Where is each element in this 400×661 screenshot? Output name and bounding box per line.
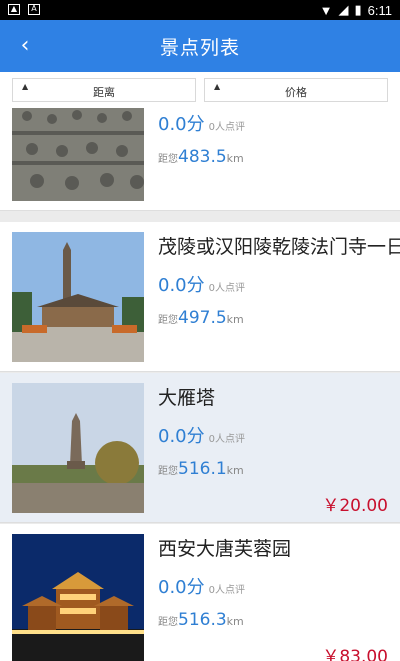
status-bar: ▲ A ▼ ◢ ▮ 6:11 [0, 0, 400, 20]
list-item-big-wild-goose-pagoda[interactable]: 大雁塔 0.0分 0人点评 距您516.1km ￥20.00 [0, 373, 400, 523]
sort-price-button[interactable]: ▲ 价格 [204, 78, 388, 102]
attraction-photo [12, 232, 144, 362]
sort-price-label: 价格 [285, 86, 307, 99]
sort-bar: ▲ 距离 ▲ 价格 [0, 72, 400, 109]
attraction-score: 0.0分 0人点评 [158, 114, 246, 135]
list-item-terracotta[interactable]: 0.0分 0人点评 距您483.5km [0, 108, 400, 211]
page-title: 景点列表 [159, 37, 240, 59]
attraction-distance: 距您516.3km [158, 610, 244, 630]
list-item-tang-paradise[interactable]: 西安大唐芙蓉园 0.0分 0人点评 距您516.3km ￥83.00 [0, 524, 400, 661]
attraction-photo [12, 383, 144, 513]
list-item-maoling[interactable]: 茂陵或汉阳陵乾陵法门寺一日游 0.0分 0人点评 距您497.5km [0, 222, 400, 372]
signal-icon: ◢ [338, 2, 349, 17]
attraction-photo [12, 534, 144, 661]
wifi-icon: ▼ [319, 2, 333, 18]
attraction-list: 0.0分 0人点评 距您483.5km 茂陵或汉阳陵乾陵法门寺一日游 0.0分 0人… [0, 108, 400, 661]
attraction-score: 0.0分 0人点评 [158, 275, 246, 296]
battery-icon: ▮ [354, 2, 362, 17]
attraction-score: 0.0分 0人点评 [158, 577, 246, 598]
attraction-name: 大雁塔 [158, 387, 216, 409]
attraction-name: 茂陵或汉阳陵乾陵法门寺一日游 [158, 236, 400, 258]
sort-distance-button[interactable]: ▲ 距离 [12, 78, 196, 102]
attraction-distance: 距您516.1km [158, 459, 244, 479]
sort-distance-label: 距离 [93, 86, 115, 99]
attraction-photo [12, 108, 144, 201]
attraction-distance: 距您483.5km [158, 147, 244, 167]
status-time: 6:11 [367, 2, 392, 18]
attraction-score: 0.0分 0人点评 [158, 426, 246, 447]
app-header: ‹ 景点列表 [0, 20, 400, 72]
attraction-price: ￥20.00 [322, 496, 388, 516]
attraction-price: ￥83.00 [322, 647, 388, 661]
attraction-distance: 距您497.5km [158, 308, 244, 328]
image-notification-icon: ▲ [8, 4, 20, 15]
app-notification-icon: A [28, 4, 40, 15]
attraction-name: 西安大唐芙蓉园 [158, 538, 292, 560]
